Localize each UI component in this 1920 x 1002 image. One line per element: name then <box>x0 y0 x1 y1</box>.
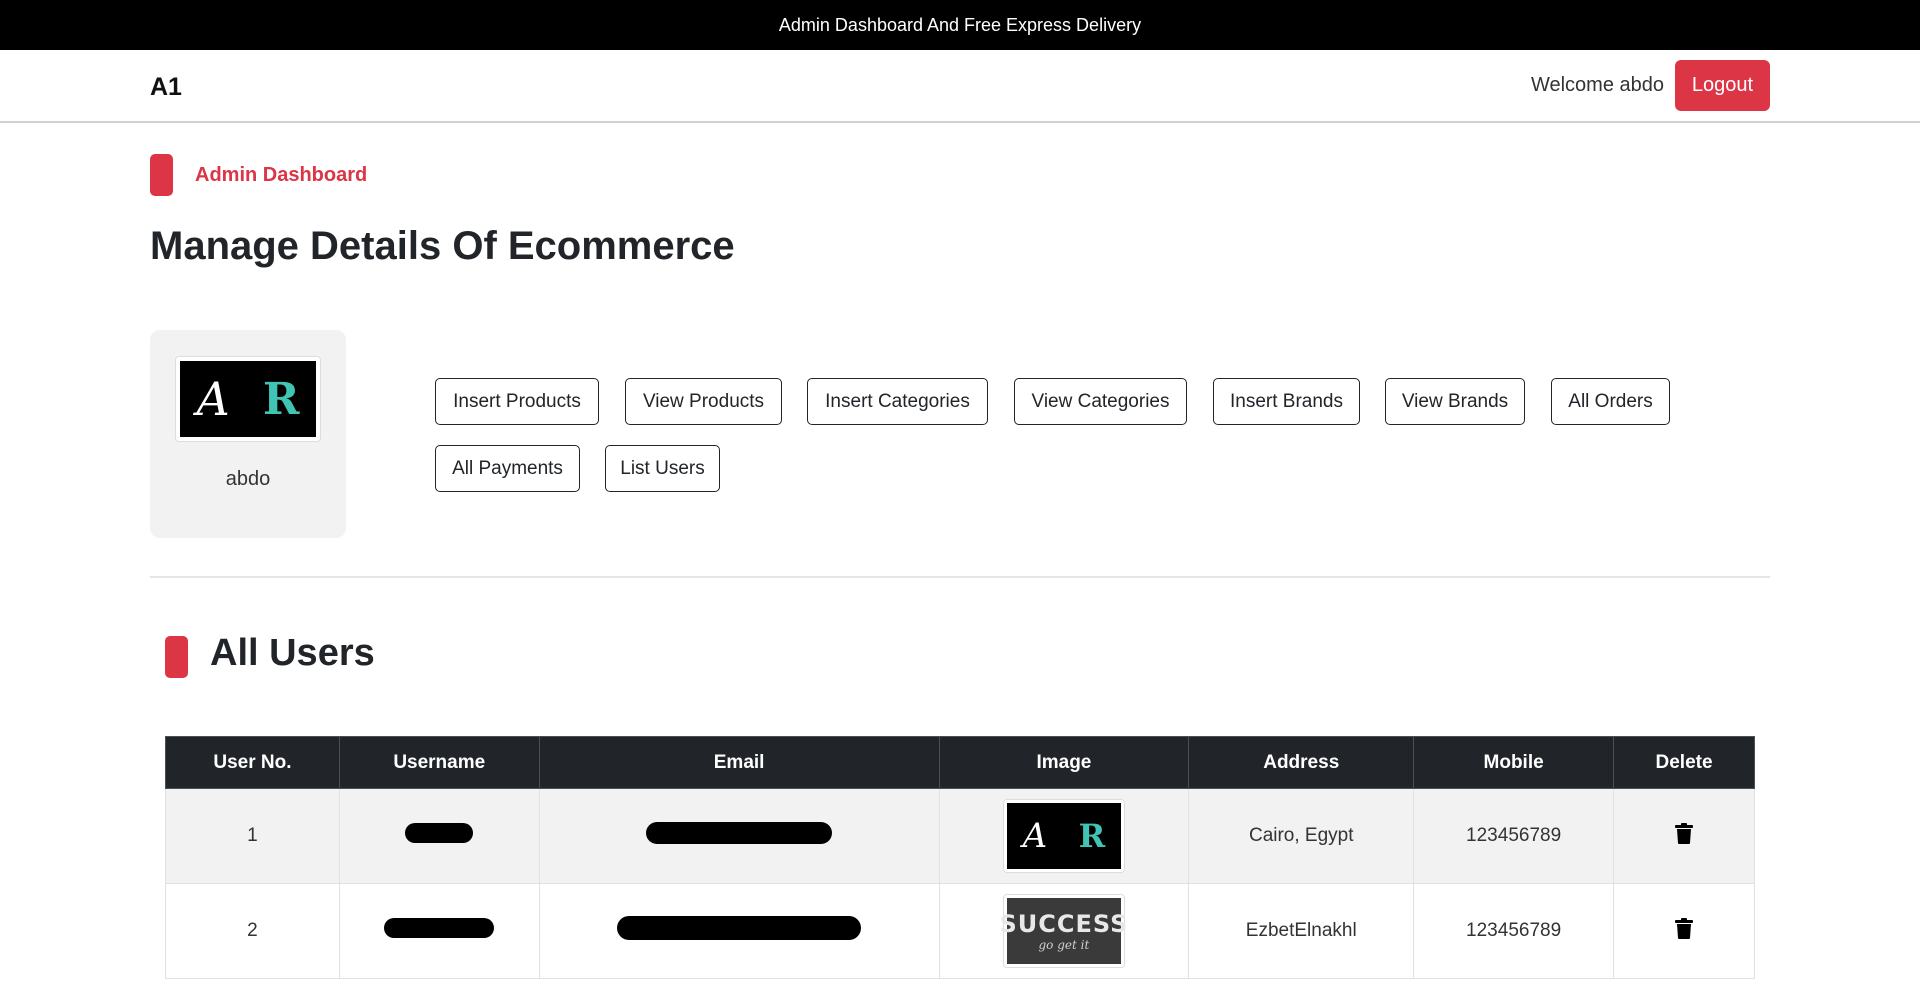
column-header-email: Email <box>538 736 940 789</box>
section-divider <box>150 576 1770 578</box>
cell-username <box>338 883 540 979</box>
column-header-mobile: Mobile <box>1413 736 1615 789</box>
trash-icon[interactable] <box>1675 822 1694 850</box>
thumb-subtext: go get it <box>1038 938 1090 952</box>
column-header-address: Address <box>1188 736 1415 789</box>
welcome-text: Welcome abdo <box>1530 74 1664 96</box>
redacted-email <box>646 822 833 844</box>
cell-email <box>538 883 940 979</box>
page-title: Manage Details Of Ecommerce <box>150 224 735 268</box>
cell-delete <box>1613 788 1755 884</box>
brand-logo[interactable]: A1 <box>150 73 182 102</box>
cell-user-no: 2 <box>165 883 340 979</box>
table-row: 2 SUCCESS go get it EzbetElnakhl 1234567… <box>165 883 1755 979</box>
insert-brands-button[interactable]: Insert Brands <box>1213 378 1360 425</box>
insert-categories-button[interactable]: Insert Categories <box>807 378 988 425</box>
cell-address: EzbetElnakhl <box>1188 883 1415 979</box>
cell-mobile: 123456789 <box>1413 883 1615 979</box>
list-users-button[interactable]: List Users <box>605 445 720 492</box>
redacted-username <box>405 823 474 843</box>
thumb-letter-a: A <box>1022 816 1048 856</box>
view-brands-button[interactable]: View Brands <box>1385 378 1525 425</box>
column-header-username: Username <box>338 736 540 789</box>
profile-avatar: A R <box>175 356 321 442</box>
cell-image: A R <box>938 788 1190 884</box>
avatar-letter-r: R <box>262 373 300 425</box>
eyebrow-accent-bar <box>150 154 173 196</box>
column-header-delete: Delete <box>1613 736 1755 789</box>
redacted-username <box>384 918 495 938</box>
cell-user-no: 1 <box>165 788 340 884</box>
logout-button[interactable]: Logout <box>1675 60 1770 111</box>
column-header-image: Image <box>938 736 1190 789</box>
all-orders-button[interactable]: All Orders <box>1551 378 1670 425</box>
table-row: 1 A R Cairo, Egypt 123456789 <box>165 788 1755 884</box>
announcement-text: Admin Dashboard And Free Express Deliver… <box>778 14 1142 35</box>
cell-delete <box>1613 883 1755 979</box>
eyebrow-label: Admin Dashboard <box>195 164 368 186</box>
all-payments-button[interactable]: All Payments <box>435 445 580 492</box>
cell-image: SUCCESS go get it <box>938 883 1190 979</box>
thumb-success-text: SUCCESS <box>999 910 1129 938</box>
insert-products-button[interactable]: Insert Products <box>435 378 599 425</box>
redacted-email <box>617 916 862 940</box>
view-products-button[interactable]: View Products <box>625 378 782 425</box>
cell-address: Cairo, Egypt <box>1188 788 1415 884</box>
section-title: All Users <box>210 632 375 674</box>
cell-email <box>538 788 940 884</box>
cell-username <box>338 788 540 884</box>
column-header-user-no: User No. <box>165 736 340 789</box>
section-accent-bar <box>165 636 188 678</box>
announcement-bar: Admin Dashboard And Free Express Deliver… <box>0 0 1920 50</box>
table-header-row: User No. Username Email Image Address Mo… <box>165 736 1755 789</box>
thumb-letter-r: R <box>1078 817 1106 855</box>
users-table: User No. Username Email Image Address Mo… <box>165 736 1755 979</box>
cell-mobile: 123456789 <box>1413 788 1615 884</box>
user-image: A R <box>1002 799 1125 873</box>
avatar-letter-a: A <box>196 372 230 426</box>
profile-name: abdo <box>225 468 271 490</box>
navbar: A1 Welcome abdo Logout <box>0 50 1920 123</box>
view-categories-button[interactable]: View Categories <box>1014 378 1187 425</box>
user-image: SUCCESS go get it <box>999 894 1127 968</box>
trash-icon[interactable] <box>1675 917 1694 945</box>
profile-card: A R abdo <box>150 330 346 538</box>
